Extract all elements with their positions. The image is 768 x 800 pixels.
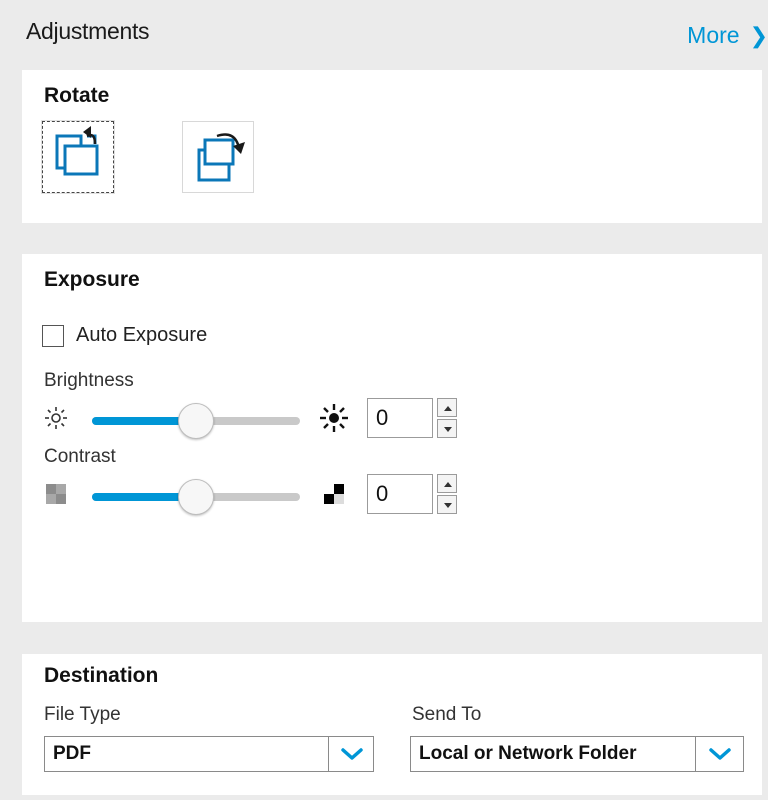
contrast-high-icon xyxy=(324,484,344,504)
caret-down-icon xyxy=(444,427,452,432)
chevron-down-icon xyxy=(341,748,363,760)
auto-exposure-label: Auto Exposure xyxy=(76,324,208,346)
exposure-title: Exposure xyxy=(44,268,140,291)
brightness-input[interactable] xyxy=(367,398,433,438)
brightness-label: Brightness xyxy=(44,370,134,391)
contrast-control xyxy=(40,474,470,516)
rotate-right-button[interactable] xyxy=(182,121,254,193)
caret-down-icon xyxy=(444,503,452,508)
caret-up-icon xyxy=(444,406,452,411)
rotate-panel: Rotate xyxy=(22,70,762,223)
chevron-right-icon: ❯ xyxy=(749,22,768,48)
rotate-right-icon xyxy=(197,133,245,182)
brightness-decrement-button[interactable] xyxy=(437,419,457,438)
brightness-increment-button[interactable] xyxy=(437,398,457,417)
page-title: Adjustments xyxy=(26,18,150,44)
send-to-value: Local or Network Folder xyxy=(419,743,637,764)
rotate-title: Rotate xyxy=(44,84,110,107)
more-link[interactable]: More ❯ xyxy=(687,22,768,49)
chevron-down-icon xyxy=(709,748,731,760)
file-type-label: File Type xyxy=(44,704,121,725)
contrast-decrement-button[interactable] xyxy=(437,495,457,514)
rotate-left-button[interactable] xyxy=(41,120,115,194)
destination-title: Destination xyxy=(44,664,159,687)
contrast-slider-thumb[interactable] xyxy=(178,479,214,515)
adjustments-header: Adjustments More ❯ xyxy=(0,0,768,68)
brightness-control xyxy=(40,398,470,440)
caret-up-icon xyxy=(444,482,452,487)
brightness-slider-thumb[interactable] xyxy=(178,403,214,439)
file-type-value: PDF xyxy=(53,743,91,764)
contrast-input[interactable] xyxy=(367,474,433,514)
more-link-label: More xyxy=(687,22,740,48)
contrast-increment-button[interactable] xyxy=(437,474,457,493)
contrast-label: Contrast xyxy=(44,446,116,467)
brightness-slider[interactable] xyxy=(92,403,300,439)
destination-panel: Destination File Type PDF Send To Local … xyxy=(22,654,762,795)
select-divider xyxy=(695,737,696,771)
contrast-spinner xyxy=(437,474,457,514)
contrast-low-icon xyxy=(46,484,66,504)
sun-bright-icon xyxy=(320,404,348,432)
select-divider xyxy=(328,737,329,771)
file-type-select[interactable]: PDF xyxy=(44,736,374,772)
contrast-slider[interactable] xyxy=(92,479,300,515)
auto-exposure-checkbox[interactable] xyxy=(42,324,64,347)
rotate-left-icon xyxy=(55,126,99,176)
send-to-select[interactable]: Local or Network Folder xyxy=(410,736,744,772)
exposure-panel: Exposure Auto Exposure Brightness 0 Cont… xyxy=(22,254,762,622)
sun-dim-icon xyxy=(45,407,67,429)
brightness-spinner xyxy=(437,398,457,438)
auto-exposure-checkbox-row[interactable]: Auto Exposure xyxy=(42,324,207,347)
send-to-label: Send To xyxy=(412,704,482,725)
